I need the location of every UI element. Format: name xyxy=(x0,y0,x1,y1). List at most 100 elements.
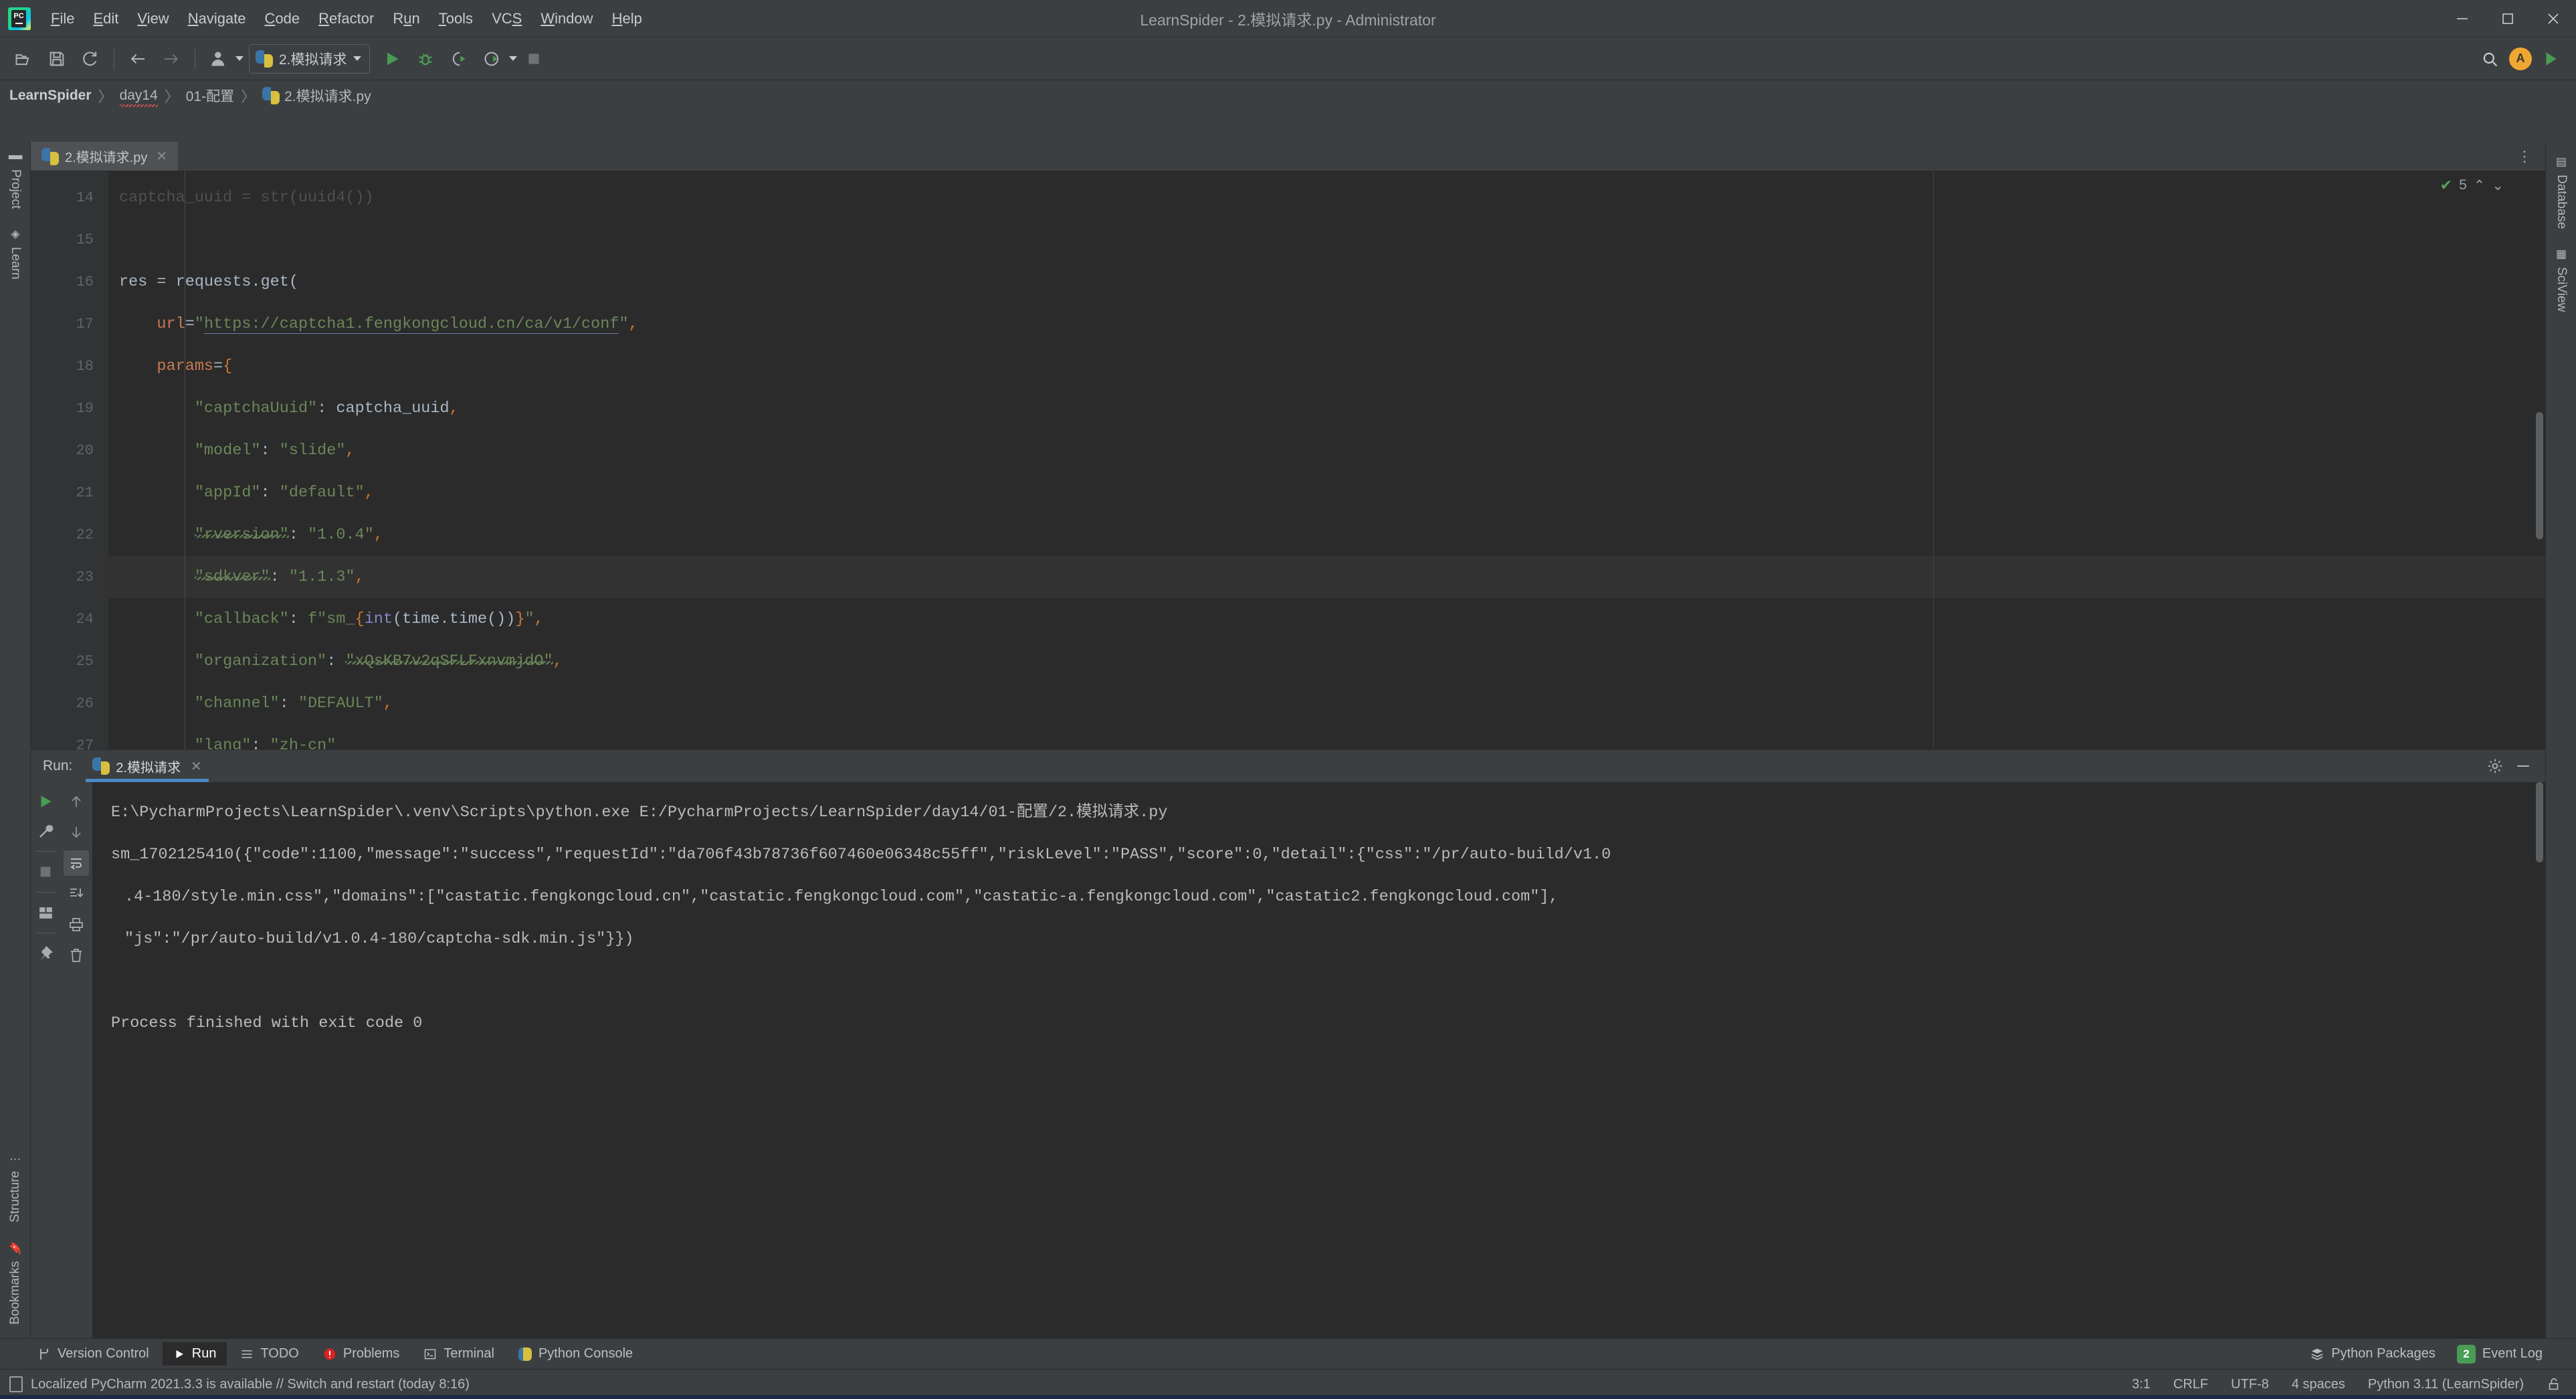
chevron-down-icon[interactable]: ⌄ xyxy=(2492,177,2504,194)
run-button[interactable] xyxy=(375,42,409,76)
python-interpreter[interactable]: Python 3.11 (LearnSpider) xyxy=(2368,1377,2524,1392)
right-tool-rail: ▤ Database ▦ SciView xyxy=(2545,142,2576,1338)
menu-file[interactable]: File xyxy=(41,6,84,31)
forward-arrow-icon[interactable] xyxy=(155,42,188,76)
stop-icon[interactable] xyxy=(33,859,58,884)
breadcrumb-item-config[interactable]: 01-配置 xyxy=(186,86,234,106)
caret-position[interactable]: 3:1 xyxy=(2132,1377,2151,1392)
breadcrumb-item-day14[interactable]: day14 xyxy=(119,88,159,107)
inspection-widget[interactable]: ✔ 5 ⌃ ⌄ xyxy=(2440,177,2504,194)
tool-window-todo[interactable]: TODO xyxy=(229,1342,309,1366)
wrench-icon[interactable] xyxy=(33,818,58,844)
stop-button[interactable] xyxy=(517,42,551,76)
menu-refactor[interactable]: Refactor xyxy=(309,6,383,31)
tool-window-run[interactable]: Run xyxy=(162,1342,227,1366)
run-console-output[interactable]: E:\PycharmProjects\LearnSpider\.venv\Scr… xyxy=(92,782,2545,1338)
console-line: E:\PycharmProjects\LearnSpider\.venv\Scr… xyxy=(111,804,1168,822)
up-arrow-icon[interactable] xyxy=(64,789,89,814)
title-bar: PC File Edit View Navigate Code Refactor… xyxy=(0,0,2576,37)
tool-window-event-log[interactable]: 2 Event Log xyxy=(2446,1341,2553,1368)
editor-options-icon[interactable]: ⋮ xyxy=(2505,142,2545,171)
breadcrumb-project[interactable]: LearnSpider xyxy=(9,88,92,104)
chevron-down-icon xyxy=(353,56,361,61)
tool-window-version-control[interactable]: Version Control xyxy=(27,1342,160,1366)
menu-tools[interactable]: Tools xyxy=(429,6,482,31)
trash-icon[interactable] xyxy=(64,943,89,968)
editor-tab-label: 2.模拟请求.py xyxy=(65,151,148,165)
menu-code[interactable]: Code xyxy=(256,6,310,31)
editor-gutter[interactable]: 14 15 16 17 18 19 20 21 22 23 24 25 26 2… xyxy=(31,171,118,749)
search-icon[interactable] xyxy=(2473,42,2506,76)
pin-icon[interactable] xyxy=(33,941,58,966)
tool-window-problems[interactable]: Problems xyxy=(312,1342,410,1366)
soft-wrap-icon[interactable] xyxy=(64,850,89,876)
updates-icon[interactable] xyxy=(2535,42,2568,76)
status-bar-right: 3:1 CRLF UTF-8 4 spaces Python 3.11 (Lea… xyxy=(2132,1377,2576,1392)
folder-icon: ▌ xyxy=(9,155,22,164)
code-line: "rversion": "1.0.4", xyxy=(194,526,383,544)
sync-icon[interactable] xyxy=(74,42,107,76)
avatar[interactable]: A xyxy=(2509,47,2532,70)
line-number: 23 xyxy=(76,569,94,585)
sidebar-item-structure[interactable]: Structure ⋮ xyxy=(0,1144,31,1232)
line-separator[interactable]: CRLF xyxy=(2173,1377,2208,1392)
close-icon[interactable]: ✕ xyxy=(156,148,167,165)
indent-setting[interactable]: 4 spaces xyxy=(2292,1377,2345,1392)
code-content[interactable]: captcha_uuid = str(uuid4()) res = reques… xyxy=(108,171,2545,749)
minimize-button[interactable] xyxy=(2440,0,2485,37)
close-icon[interactable]: ✕ xyxy=(191,758,202,775)
run-with-coverage-button[interactable] xyxy=(442,42,476,76)
breadcrumb-file[interactable]: 2.模拟请求.py xyxy=(262,86,371,106)
print-icon[interactable] xyxy=(64,912,89,937)
user-profile-icon[interactable] xyxy=(202,42,235,76)
profile-button[interactable] xyxy=(476,42,509,76)
scroll-to-end-icon[interactable] xyxy=(64,881,89,907)
run-session-tab[interactable]: 2.模拟请求 ✕ xyxy=(86,750,209,782)
debug-button[interactable] xyxy=(409,42,442,76)
console-scrollbar[interactable] xyxy=(2536,782,2543,862)
layout-icon[interactable] xyxy=(33,900,58,925)
menu-help[interactable]: Help xyxy=(603,6,652,31)
unlocked-icon[interactable] xyxy=(2547,1377,2561,1392)
notification-icon[interactable] xyxy=(9,1376,23,1392)
back-arrow-icon[interactable] xyxy=(121,42,155,76)
tool-window-bar: Version Control Run TODO Problems Termin… xyxy=(0,1338,2576,1369)
settings-icon[interactable] xyxy=(2486,757,2504,775)
profile-options-caret-icon[interactable] xyxy=(508,56,517,61)
sidebar-item-database[interactable]: ▤ Database xyxy=(2546,146,2576,238)
sidebar-item-sciview[interactable]: ▦ SciView xyxy=(2546,238,2576,321)
file-encoding[interactable]: UTF-8 xyxy=(2231,1377,2269,1392)
editor-tab-active[interactable]: 2.模拟请求.py ✕ xyxy=(31,142,179,171)
maximize-button[interactable] xyxy=(2485,0,2531,37)
minimize-panel-icon[interactable] xyxy=(2514,757,2532,775)
menu-window[interactable]: Window xyxy=(531,6,602,31)
menu-vcs[interactable]: VCS xyxy=(482,6,531,31)
window-controls xyxy=(2440,0,2576,37)
menu-navigate[interactable]: Navigate xyxy=(179,6,256,31)
rerun-icon[interactable] xyxy=(33,789,58,814)
run-configuration-selector[interactable]: 2.模拟请求 xyxy=(249,43,370,74)
down-arrow-icon[interactable] xyxy=(64,820,89,845)
menu-run[interactable]: Run xyxy=(383,6,429,31)
code-line: "captchaUuid": captcha_uuid, xyxy=(194,399,459,417)
editor-scrollbar[interactable] xyxy=(2536,412,2543,539)
open-folder-icon[interactable] xyxy=(7,42,40,76)
sidebar-item-learn[interactable]: ◈ Learn xyxy=(0,218,31,289)
save-icon[interactable] xyxy=(40,42,74,76)
tool-window-python-console[interactable]: Python Console xyxy=(508,1342,643,1366)
status-message[interactable]: Localized PyCharm 2021.3.3 is available … xyxy=(31,1377,470,1392)
run-panel-header-actions xyxy=(2486,757,2545,775)
inspection-count: 5 xyxy=(2459,177,2467,193)
line-number: 26 xyxy=(76,695,94,712)
line-number: 14 xyxy=(76,189,94,206)
chevron-up-icon[interactable]: ⌃ xyxy=(2474,177,2486,194)
code-editor[interactable]: 14 15 16 17 18 19 20 21 22 23 24 25 26 2… xyxy=(31,171,2545,749)
menu-edit[interactable]: Edit xyxy=(84,6,128,31)
close-button[interactable] xyxy=(2531,0,2576,37)
sidebar-item-bookmarks[interactable]: Bookmarks 🔖 xyxy=(0,1232,31,1334)
sidebar-item-project[interactable]: ▌ Project xyxy=(0,146,31,218)
tool-window-terminal[interactable]: Terminal xyxy=(413,1342,505,1366)
profile-dropdown-caret-icon[interactable] xyxy=(235,56,243,61)
menu-view[interactable]: View xyxy=(128,6,178,31)
tool-window-python-packages[interactable]: Python Packages xyxy=(2299,1342,2446,1366)
